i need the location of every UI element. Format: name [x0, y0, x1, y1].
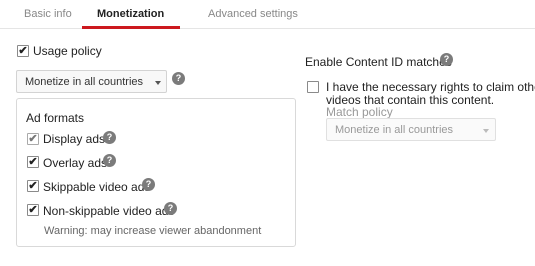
claim-rights-label-line1: I have the necessary rights to claim oth…	[326, 80, 535, 94]
ad-formats-heading: Ad formats	[26, 111, 85, 125]
content-id-help-icon[interactable]: ?	[440, 53, 453, 66]
check-icon: ✔	[28, 204, 38, 216]
check-icon: ✔	[28, 133, 38, 145]
check-icon: ✔	[28, 180, 38, 192]
non-skippable-video-ads-label: Non-skippable video ads	[43, 204, 175, 218]
non-skippable-video-ads-checkbox[interactable]: ✔	[27, 204, 39, 216]
tab-basic-info[interactable]: Basic info	[24, 8, 72, 20]
active-tab-indicator	[82, 26, 180, 29]
match-policy-label: Match policy	[326, 105, 393, 119]
skippable-video-ads-help-icon[interactable]: ?	[142, 178, 155, 191]
tab-bar: Basic info Monetization Advanced setting…	[0, 0, 535, 29]
usage-policy-help-icon[interactable]: ?	[172, 72, 185, 85]
overlay-ads-help-icon[interactable]: ?	[103, 154, 116, 167]
tab-monetization[interactable]: Monetization	[97, 8, 164, 20]
match-policy-select-value: Monetize in all countries	[335, 124, 454, 136]
overlay-ads-checkbox[interactable]: ✔	[27, 156, 39, 168]
overlay-ads-label: Overlay ads	[43, 156, 108, 170]
non-skippable-video-ads-help-icon[interactable]: ?	[164, 202, 177, 215]
abandonment-warning: Warning: may increase viewer abandonment	[44, 225, 262, 237]
display-ads-label: Display ads	[43, 132, 106, 146]
chevron-down-icon	[483, 129, 489, 133]
content-id-heading: Enable Content ID matches	[305, 55, 452, 69]
skippable-video-ads-label: Skippable video ads	[43, 180, 151, 194]
claim-rights-checkbox[interactable]	[307, 81, 319, 93]
skippable-video-ads-checkbox[interactable]: ✔	[27, 180, 39, 192]
check-icon: ✔	[18, 45, 28, 57]
display-ads-checkbox[interactable]: ✔	[27, 133, 39, 145]
display-ads-help-icon[interactable]: ?	[103, 131, 116, 144]
usage-policy-select[interactable]: Monetize in all countries	[16, 70, 167, 93]
tab-advanced-settings[interactable]: Advanced settings	[208, 8, 298, 20]
chevron-down-icon	[155, 81, 161, 85]
check-icon: ✔	[28, 156, 38, 168]
usage-policy-select-value: Monetize in all countries	[25, 76, 144, 88]
match-policy-select: Monetize in all countries	[326, 118, 496, 141]
usage-policy-checkbox[interactable]: ✔	[17, 45, 29, 57]
usage-policy-label: Usage policy	[33, 44, 102, 58]
